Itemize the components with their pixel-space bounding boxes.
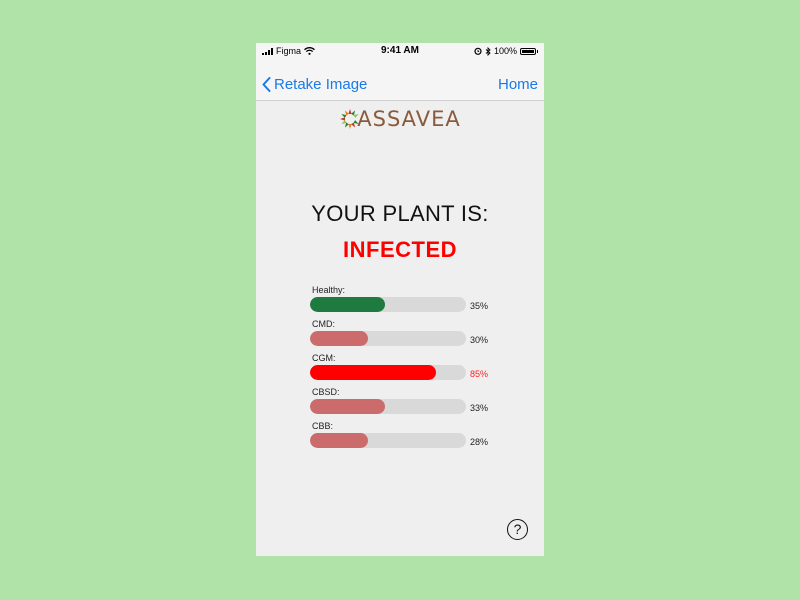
bluetooth-icon xyxy=(485,46,491,56)
result-status: INFECTED xyxy=(343,237,457,262)
score-track xyxy=(310,433,466,448)
retake-image-label: Retake Image xyxy=(274,76,368,93)
battery-icon xyxy=(520,47,536,55)
phone-screen: Figma 9:41 AM 100% Retake Image Home ASS… xyxy=(256,43,544,556)
score-track xyxy=(310,365,466,380)
score-label: CGM: xyxy=(312,353,336,363)
result-heading: YOUR PLANT IS: xyxy=(311,201,489,226)
score-value: 28% xyxy=(470,437,489,447)
alarm-icon xyxy=(474,47,482,55)
logo-text: ASSAVEA xyxy=(357,107,461,131)
score-row-cmd: CMD: 30% xyxy=(310,319,510,353)
score-bar xyxy=(310,331,368,346)
score-bar xyxy=(310,297,385,312)
score-bar xyxy=(310,433,368,448)
score-bar xyxy=(310,399,385,414)
score-bar xyxy=(310,365,437,380)
cassavea-logo: ASSAVEA xyxy=(256,107,544,131)
score-list: Healthy: 35% CMD: 30% CGM: 85% CBSD: 33%… xyxy=(310,285,510,455)
score-value: 35% xyxy=(470,301,489,311)
chevron-left-icon xyxy=(262,77,271,92)
status-right: 100% xyxy=(474,46,538,56)
score-label: CBSD: xyxy=(312,387,340,397)
score-row-cbb: CBB: 28% xyxy=(310,421,510,455)
score-label: CBB: xyxy=(312,421,334,431)
score-track xyxy=(310,297,466,312)
score-label: Healthy: xyxy=(312,285,346,295)
score-value: 30% xyxy=(470,335,489,345)
home-button[interactable]: Home xyxy=(498,76,538,93)
battery-percent: 100% xyxy=(493,46,517,56)
retake-image-button[interactable]: Retake Image xyxy=(262,76,367,93)
score-value: 33% xyxy=(470,403,489,413)
score-value: 85% xyxy=(470,369,489,379)
score-track xyxy=(310,331,466,346)
help-button[interactable]: ? xyxy=(507,519,528,540)
status-bar: Figma 9:41 AM 100% xyxy=(256,43,544,59)
score-row-cbsd: CBSD: 33% xyxy=(310,387,510,421)
battery-tip xyxy=(537,49,538,53)
nav-bar: Retake Image Home xyxy=(256,59,544,101)
score-label: CMD: xyxy=(312,319,335,329)
score-track xyxy=(310,399,466,414)
score-row-cgm: CGM: 85% xyxy=(310,353,510,387)
score-row-healthy: Healthy: 35% xyxy=(310,285,510,319)
